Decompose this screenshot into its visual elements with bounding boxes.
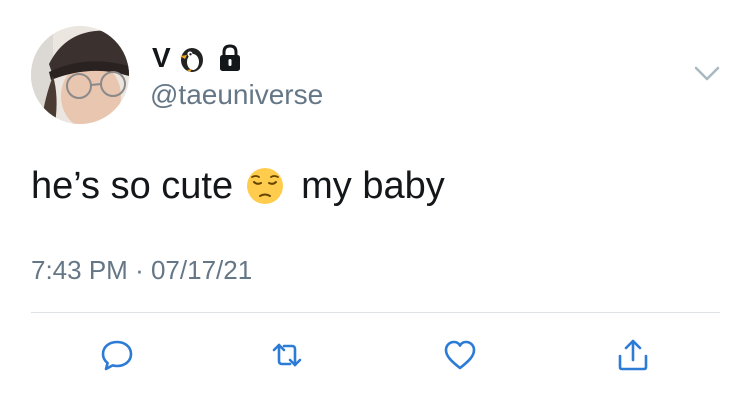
meta-separator: ·	[135, 255, 144, 285]
retweet-button[interactable]	[268, 336, 306, 374]
tweet-time: 7:43 PM	[31, 255, 128, 285]
tweet-text: he’s so cute my baby	[31, 163, 445, 209]
display-name[interactable]: V	[152, 41, 245, 75]
lock-icon	[215, 43, 245, 73]
divider	[31, 312, 720, 313]
tweet-date: 07/17/21	[150, 255, 253, 285]
avatar-image	[31, 26, 129, 124]
display-name-text: V	[152, 42, 171, 73]
retweet-icon	[272, 343, 302, 367]
tweet-timestamp[interactable]: 7:43 PM · 07/17/21	[31, 255, 252, 285]
reply-button[interactable]	[98, 336, 136, 374]
penguin-icon	[177, 43, 207, 73]
like-button[interactable]	[441, 336, 479, 374]
tweet-text-part-2: my baby	[301, 165, 445, 207]
share-icon	[618, 339, 648, 371]
reply-icon	[101, 340, 133, 371]
user-handle[interactable]: @taeuniverse	[150, 79, 323, 111]
share-button[interactable]	[614, 336, 652, 374]
tweet-text-part-1: he’s so cute	[31, 165, 234, 207]
tweet-card: V @taeuniverse he’s so cute my baby 7:43…	[0, 0, 750, 401]
like-icon	[444, 340, 476, 370]
pensive-face-emoji	[245, 166, 285, 206]
avatar[interactable]	[31, 26, 129, 124]
chevron-down-icon[interactable]	[694, 64, 720, 84]
